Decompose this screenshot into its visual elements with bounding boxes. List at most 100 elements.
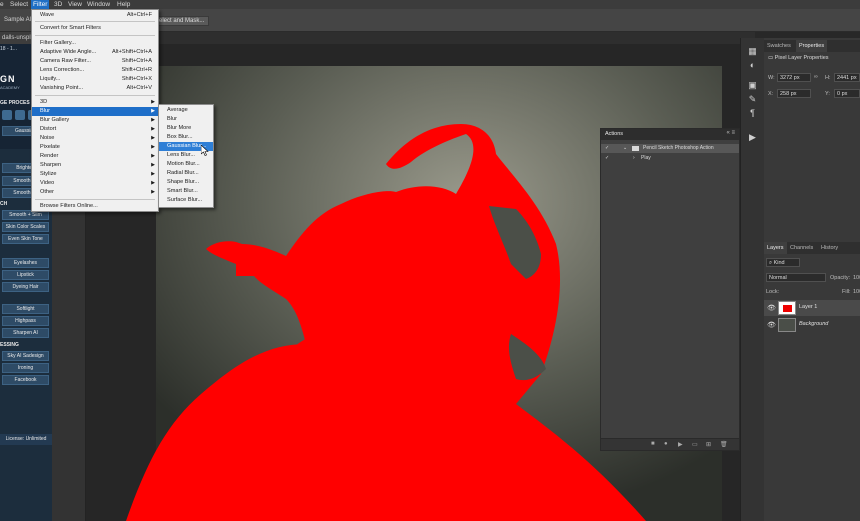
- menu-item-camera-raw[interactable]: Camera Raw Filter... Shift+Ctrl+A: [32, 57, 158, 66]
- layer-thumbnail: [778, 318, 796, 332]
- menu-item-stylize[interactable]: Stylize ▶: [32, 170, 158, 179]
- action-row-play[interactable]: ✓ › Play: [601, 154, 739, 163]
- submenu-item-blur-more[interactable]: Blur More: [159, 124, 213, 133]
- menu-item-wave[interactable]: Wave Alt+Ctrl+F: [32, 11, 158, 20]
- highpass-button[interactable]: Highpass: [2, 316, 49, 326]
- opacity-value[interactable]: 100: [853, 275, 860, 281]
- menu-item-liquify[interactable]: Liquify... Shift+Ctrl+X: [32, 75, 158, 84]
- submenu-item-surface-blur[interactable]: Surface Blur...: [159, 196, 213, 205]
- y-label: Y:: [825, 91, 830, 97]
- license-label: License: Unlimited: [0, 434, 52, 445]
- visibility-eye-icon[interactable]: 👁: [767, 304, 776, 312]
- layer-row-background[interactable]: 👁 Background: [764, 317, 860, 333]
- visibility-eye-icon[interactable]: 👁: [767, 321, 776, 329]
- submenu-item-motion-blur[interactable]: Motion Blur...: [159, 160, 213, 169]
- play-icon[interactable]: ▶: [678, 441, 683, 448]
- menu-item-vanishing-point[interactable]: Vanishing Point... Alt+Ctrl+V: [32, 84, 158, 93]
- layer-filter-kind[interactable]: ⌕ Kind: [766, 258, 800, 267]
- submenu-item-radial-blur[interactable]: Radial Blur...: [159, 169, 213, 178]
- softlight-button[interactable]: Softlight: [2, 304, 49, 314]
- menu-item-blur[interactable]: Blur ▶: [32, 107, 158, 116]
- menu-item-convert-smart-filters[interactable]: Convert for Smart Filters: [32, 24, 158, 33]
- lipstick-button[interactable]: Lipstick: [2, 270, 49, 280]
- blend-mode-select[interactable]: Normal: [766, 273, 826, 282]
- image-icon[interactable]: ▣: [746, 80, 759, 91]
- trash-icon[interactable]: 🗑: [720, 441, 728, 448]
- layer-thumbnail: [778, 301, 796, 315]
- menu-item-edit[interactable]: e: [0, 0, 4, 9]
- menu-item-select[interactable]: Select: [10, 0, 28, 9]
- menu-item-browse-filters[interactable]: Browse Filters Online...: [32, 202, 158, 211]
- record-icon[interactable]: ●: [664, 441, 668, 447]
- skin-color-scales-button[interactable]: Skin Color Scales: [2, 222, 49, 232]
- menu-item-sharpen[interactable]: Sharpen ▶: [32, 161, 158, 170]
- lock-label: Lock:: [766, 289, 780, 295]
- menu-item-noise[interactable]: Noise ▶: [32, 134, 158, 143]
- plugin-subtab[interactable]: 18 - 1...: [0, 46, 17, 52]
- actions-panel-header[interactable]: Actions « ≡: [601, 129, 739, 140]
- submenu-item-blur[interactable]: Blur: [159, 115, 213, 124]
- menu-item-pixelate[interactable]: Pixelate ▶: [32, 143, 158, 152]
- new-action-icon[interactable]: ⊞: [706, 441, 711, 448]
- menu-item-distort[interactable]: Distort ▶: [32, 125, 158, 134]
- chevron-right-icon: ▶: [151, 180, 155, 186]
- chevron-down-icon[interactable]: ⌄: [623, 144, 627, 153]
- stop-icon[interactable]: ■: [651, 441, 655, 447]
- submenu-item-smart-blur[interactable]: Smart Blur...: [159, 187, 213, 196]
- menu-item-video[interactable]: Video ▶: [32, 179, 158, 188]
- chevron-right-icon: ▶: [151, 117, 155, 123]
- chevron-right-icon: ▶: [151, 189, 155, 195]
- swatches-icon[interactable]: ▦: [746, 46, 759, 57]
- menu-item-filter[interactable]: Filter: [31, 0, 50, 9]
- sky-ai-button[interactable]: Sky AI Sadesign: [2, 351, 49, 361]
- menu-item-lens-correction[interactable]: Lens Correction... Shift+Ctrl+R: [32, 66, 158, 75]
- sharpen-ai-button[interactable]: Sharpen AI: [2, 328, 49, 338]
- ironing-button[interactable]: Ironing: [2, 363, 49, 373]
- menu-item-window[interactable]: Window: [87, 0, 110, 9]
- tab-history[interactable]: History: [818, 242, 841, 254]
- action-row-pencil-sketch[interactable]: ✓ ⌄ Pencil Sketch Photoshop Action: [601, 144, 739, 153]
- link-icon[interactable]: ∞: [814, 74, 818, 80]
- tab-channels[interactable]: Channels: [787, 242, 816, 254]
- chevron-right-icon[interactable]: ›: [633, 154, 635, 163]
- adjustments-icon[interactable]: ◐: [746, 60, 759, 71]
- eyelashes-button[interactable]: Eyelashes: [2, 258, 49, 268]
- sample-all-label[interactable]: Sample All: [4, 17, 32, 23]
- menu-separator: [35, 21, 155, 22]
- menu-item-filter-gallery[interactable]: Filter Gallery...: [32, 39, 158, 48]
- menu-item-3d[interactable]: 3D ▶: [32, 98, 158, 107]
- panel-menu-icon[interactable]: « ≡: [726, 130, 735, 136]
- height-field[interactable]: 2441 px: [834, 73, 860, 82]
- even-skin-tone-button[interactable]: Even Skin Tone: [2, 234, 49, 244]
- menu-item-view[interactable]: View: [68, 0, 82, 9]
- actions-footer: ■ ● ▶ ▭ ⊞ 🗑: [601, 438, 739, 450]
- image-icon[interactable]: [15, 110, 25, 120]
- tab-properties[interactable]: Properties: [796, 40, 828, 52]
- x-field[interactable]: 258 px: [777, 89, 811, 98]
- submenu-item-average[interactable]: Average: [159, 106, 213, 115]
- layers-icon[interactable]: [2, 110, 12, 120]
- menu-item-3d[interactable]: 3D: [54, 0, 62, 9]
- play-icon[interactable]: ▶: [746, 132, 759, 143]
- tab-swatches[interactable]: Swatches: [764, 40, 794, 52]
- menu-item-adaptive-wide-angle[interactable]: Adaptive Wide Angle... Alt+Shift+Ctrl+A: [32, 48, 158, 57]
- layer-row-layer1[interactable]: 👁 Layer 1: [764, 300, 860, 316]
- menu-item-help[interactable]: Help: [117, 0, 130, 9]
- action-set-name: Pencil Sketch Photoshop Action: [643, 145, 714, 151]
- menu-item-render[interactable]: Render ▶: [32, 152, 158, 161]
- tab-layers[interactable]: Layers: [764, 242, 787, 254]
- submenu-item-box-blur[interactable]: Box Blur...: [159, 133, 213, 142]
- menu-item-blur-gallery[interactable]: Blur Gallery ▶: [32, 116, 158, 125]
- folder-icon[interactable]: ▭: [692, 441, 698, 448]
- fill-value[interactable]: 100: [853, 289, 860, 295]
- dyeing-hair-button[interactable]: Dyeing Hair: [2, 282, 49, 292]
- check-icon[interactable]: ✓: [605, 154, 609, 163]
- paragraph-icon[interactable]: ¶: [746, 108, 759, 119]
- check-icon[interactable]: ✓: [605, 144, 609, 153]
- y-field[interactable]: 0 px: [834, 89, 860, 98]
- submenu-item-shape-blur[interactable]: Shape Blur...: [159, 178, 213, 187]
- width-field[interactable]: 3272 px: [777, 73, 811, 82]
- facebook-button[interactable]: Facebook: [2, 375, 49, 385]
- menu-item-other[interactable]: Other ▶: [32, 188, 158, 197]
- brush-settings-icon[interactable]: ✎: [746, 94, 759, 105]
